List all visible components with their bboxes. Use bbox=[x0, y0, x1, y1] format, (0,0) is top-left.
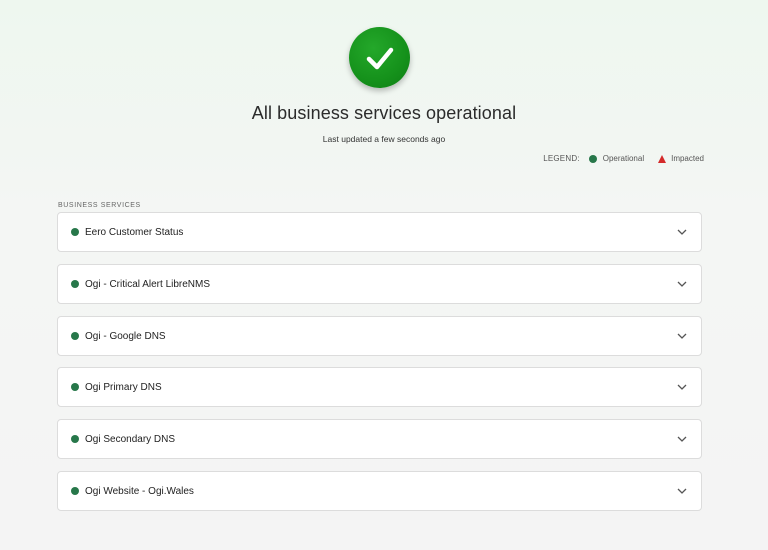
operational-dot-icon bbox=[71, 383, 79, 391]
service-name: Ogi Website - Ogi.Wales bbox=[85, 485, 194, 497]
service-row-google-dns[interactable]: Ogi - Google DNS bbox=[57, 316, 702, 356]
legend-impacted-label: Impacted bbox=[671, 154, 704, 163]
service-row-primary-dns[interactable]: Ogi Primary DNS bbox=[57, 367, 702, 407]
chevron-down-icon[interactable] bbox=[675, 380, 689, 394]
service-row-eero-customer-status[interactable]: Eero Customer Status bbox=[57, 212, 702, 252]
legend: LEGEND: Operational Impacted bbox=[543, 154, 704, 163]
service-row-website-ogi-wales[interactable]: Ogi Website - Ogi.Wales bbox=[57, 471, 702, 511]
legend-title: LEGEND: bbox=[543, 154, 580, 163]
service-name: Ogi - Critical Alert LibreNMS bbox=[85, 278, 211, 290]
status-headline: All business services operational bbox=[251, 103, 517, 123]
service-name: Ogi - Google DNS bbox=[85, 330, 166, 342]
legend-operational-label: Operational bbox=[602, 154, 645, 163]
service-row-secondary-dns[interactable]: Ogi Secondary DNS bbox=[57, 419, 702, 459]
operational-dot-icon bbox=[71, 435, 79, 443]
chevron-down-icon[interactable] bbox=[675, 329, 689, 343]
operational-dot-icon bbox=[588, 154, 597, 163]
chevron-down-icon[interactable] bbox=[675, 225, 689, 239]
business-services-label: BUSINESS SERVICES bbox=[58, 202, 141, 209]
chevron-down-icon[interactable] bbox=[675, 277, 689, 291]
impacted-triangle-icon bbox=[658, 154, 667, 163]
service-name: Eero Customer Status bbox=[85, 226, 184, 238]
chevron-down-icon[interactable] bbox=[675, 484, 689, 498]
service-name: Ogi Primary DNS bbox=[85, 381, 162, 393]
service-row-critical-alert-librenms[interactable]: Ogi - Critical Alert LibreNMS bbox=[57, 264, 702, 304]
operational-dot-icon bbox=[71, 332, 79, 340]
last-updated-text: Last updated a few seconds ago bbox=[322, 134, 446, 144]
operational-dot-icon bbox=[71, 487, 79, 495]
chevron-down-icon[interactable] bbox=[675, 432, 689, 446]
operational-dot-icon bbox=[71, 280, 79, 288]
operational-dot-icon bbox=[71, 228, 79, 236]
check-icon bbox=[366, 47, 393, 69]
status-indicator bbox=[349, 27, 410, 88]
service-name: Ogi Secondary DNS bbox=[85, 433, 176, 445]
